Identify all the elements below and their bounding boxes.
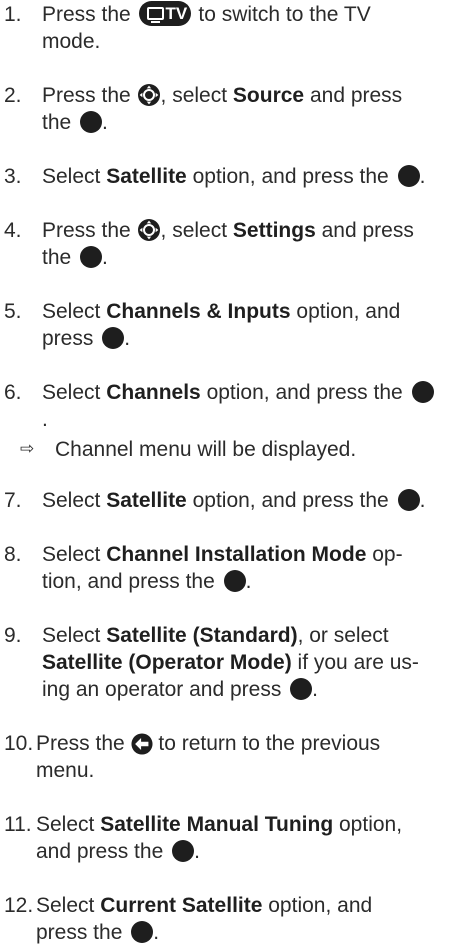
menu-option-name: Satellite (106, 165, 187, 188)
navigation-dpad-icon (137, 84, 160, 106)
step-number: 5. (4, 300, 22, 323)
ok-button-icon (172, 840, 195, 862)
menu-option-name: Channel Installation Mode (106, 543, 367, 566)
step-text: Select Satellite option, and press the . (42, 165, 426, 188)
menu-option-name: Settings (232, 219, 316, 242)
step-text: Select Satellite (Standard), or select Sa… (42, 624, 419, 701)
step-number: 2. (4, 84, 22, 107)
tv-button-icon: TV (138, 1, 191, 26)
menu-option-name: Source (232, 84, 305, 107)
ok-button-icon (411, 381, 434, 403)
step-text: Select Current Satellite option, and pres… (36, 894, 373, 944)
step-number: 10. (4, 732, 34, 755)
menu-option-name: Satellite Manual Tuning (100, 813, 334, 836)
step-number: 9. (4, 624, 22, 647)
ok-button-icon (102, 327, 125, 349)
tv-button-label: TV (165, 4, 188, 23)
result-arrow-icon: ⇨ (20, 439, 35, 459)
menu-option-name: Channels (106, 381, 201, 404)
step-text: Select Channels & Inputs option, and pres… (42, 300, 401, 350)
step-number: 12. (4, 894, 34, 917)
ok-button-icon (80, 111, 103, 133)
step-number: 11. (4, 813, 32, 836)
step-number: 1. (4, 3, 22, 26)
ok-button-icon (397, 489, 420, 511)
ok-button-icon (223, 570, 246, 592)
step-text: Press the TV to switch to the TV mode. (42, 1, 371, 53)
step-number: 7. (4, 489, 22, 512)
step-number: 8. (4, 543, 22, 566)
step-number: 3. (4, 165, 22, 188)
step-text: Select Satellite option, and press the . (42, 489, 426, 512)
step-text: Press the , select Source and press the . (42, 84, 403, 134)
step-text: Press the to return to the previous menu. (36, 732, 381, 782)
ok-button-icon (131, 921, 154, 943)
menu-option-name: Satellite (Standard) (106, 624, 298, 647)
navigation-dpad-icon (137, 219, 160, 241)
menu-option-name: Satellite (Operator Mode) (42, 651, 292, 674)
step-text: Select Channels option, and press the . (42, 379, 468, 433)
back-arrow-icon (131, 733, 153, 755)
step-number: 4. (4, 219, 22, 242)
step-text: Press the , select Settings and press the… (42, 219, 414, 269)
instruction-list: 1. Press the TV to switch to the TV mode.… (0, 0, 473, 944)
step-text: Select Satellite Manual Tuning option, an… (36, 813, 403, 863)
result-text: Channel menu will be displayed. (55, 438, 357, 461)
ok-button-icon (290, 678, 313, 700)
ok-button-icon (397, 165, 420, 187)
menu-option-name: Satellite (106, 489, 187, 512)
step-number: 6. (4, 381, 22, 404)
step-text: Select Channel Installation Mode op-tion… (42, 543, 403, 593)
ok-button-icon (80, 246, 103, 268)
menu-option-name: Channels & Inputs (106, 300, 291, 323)
